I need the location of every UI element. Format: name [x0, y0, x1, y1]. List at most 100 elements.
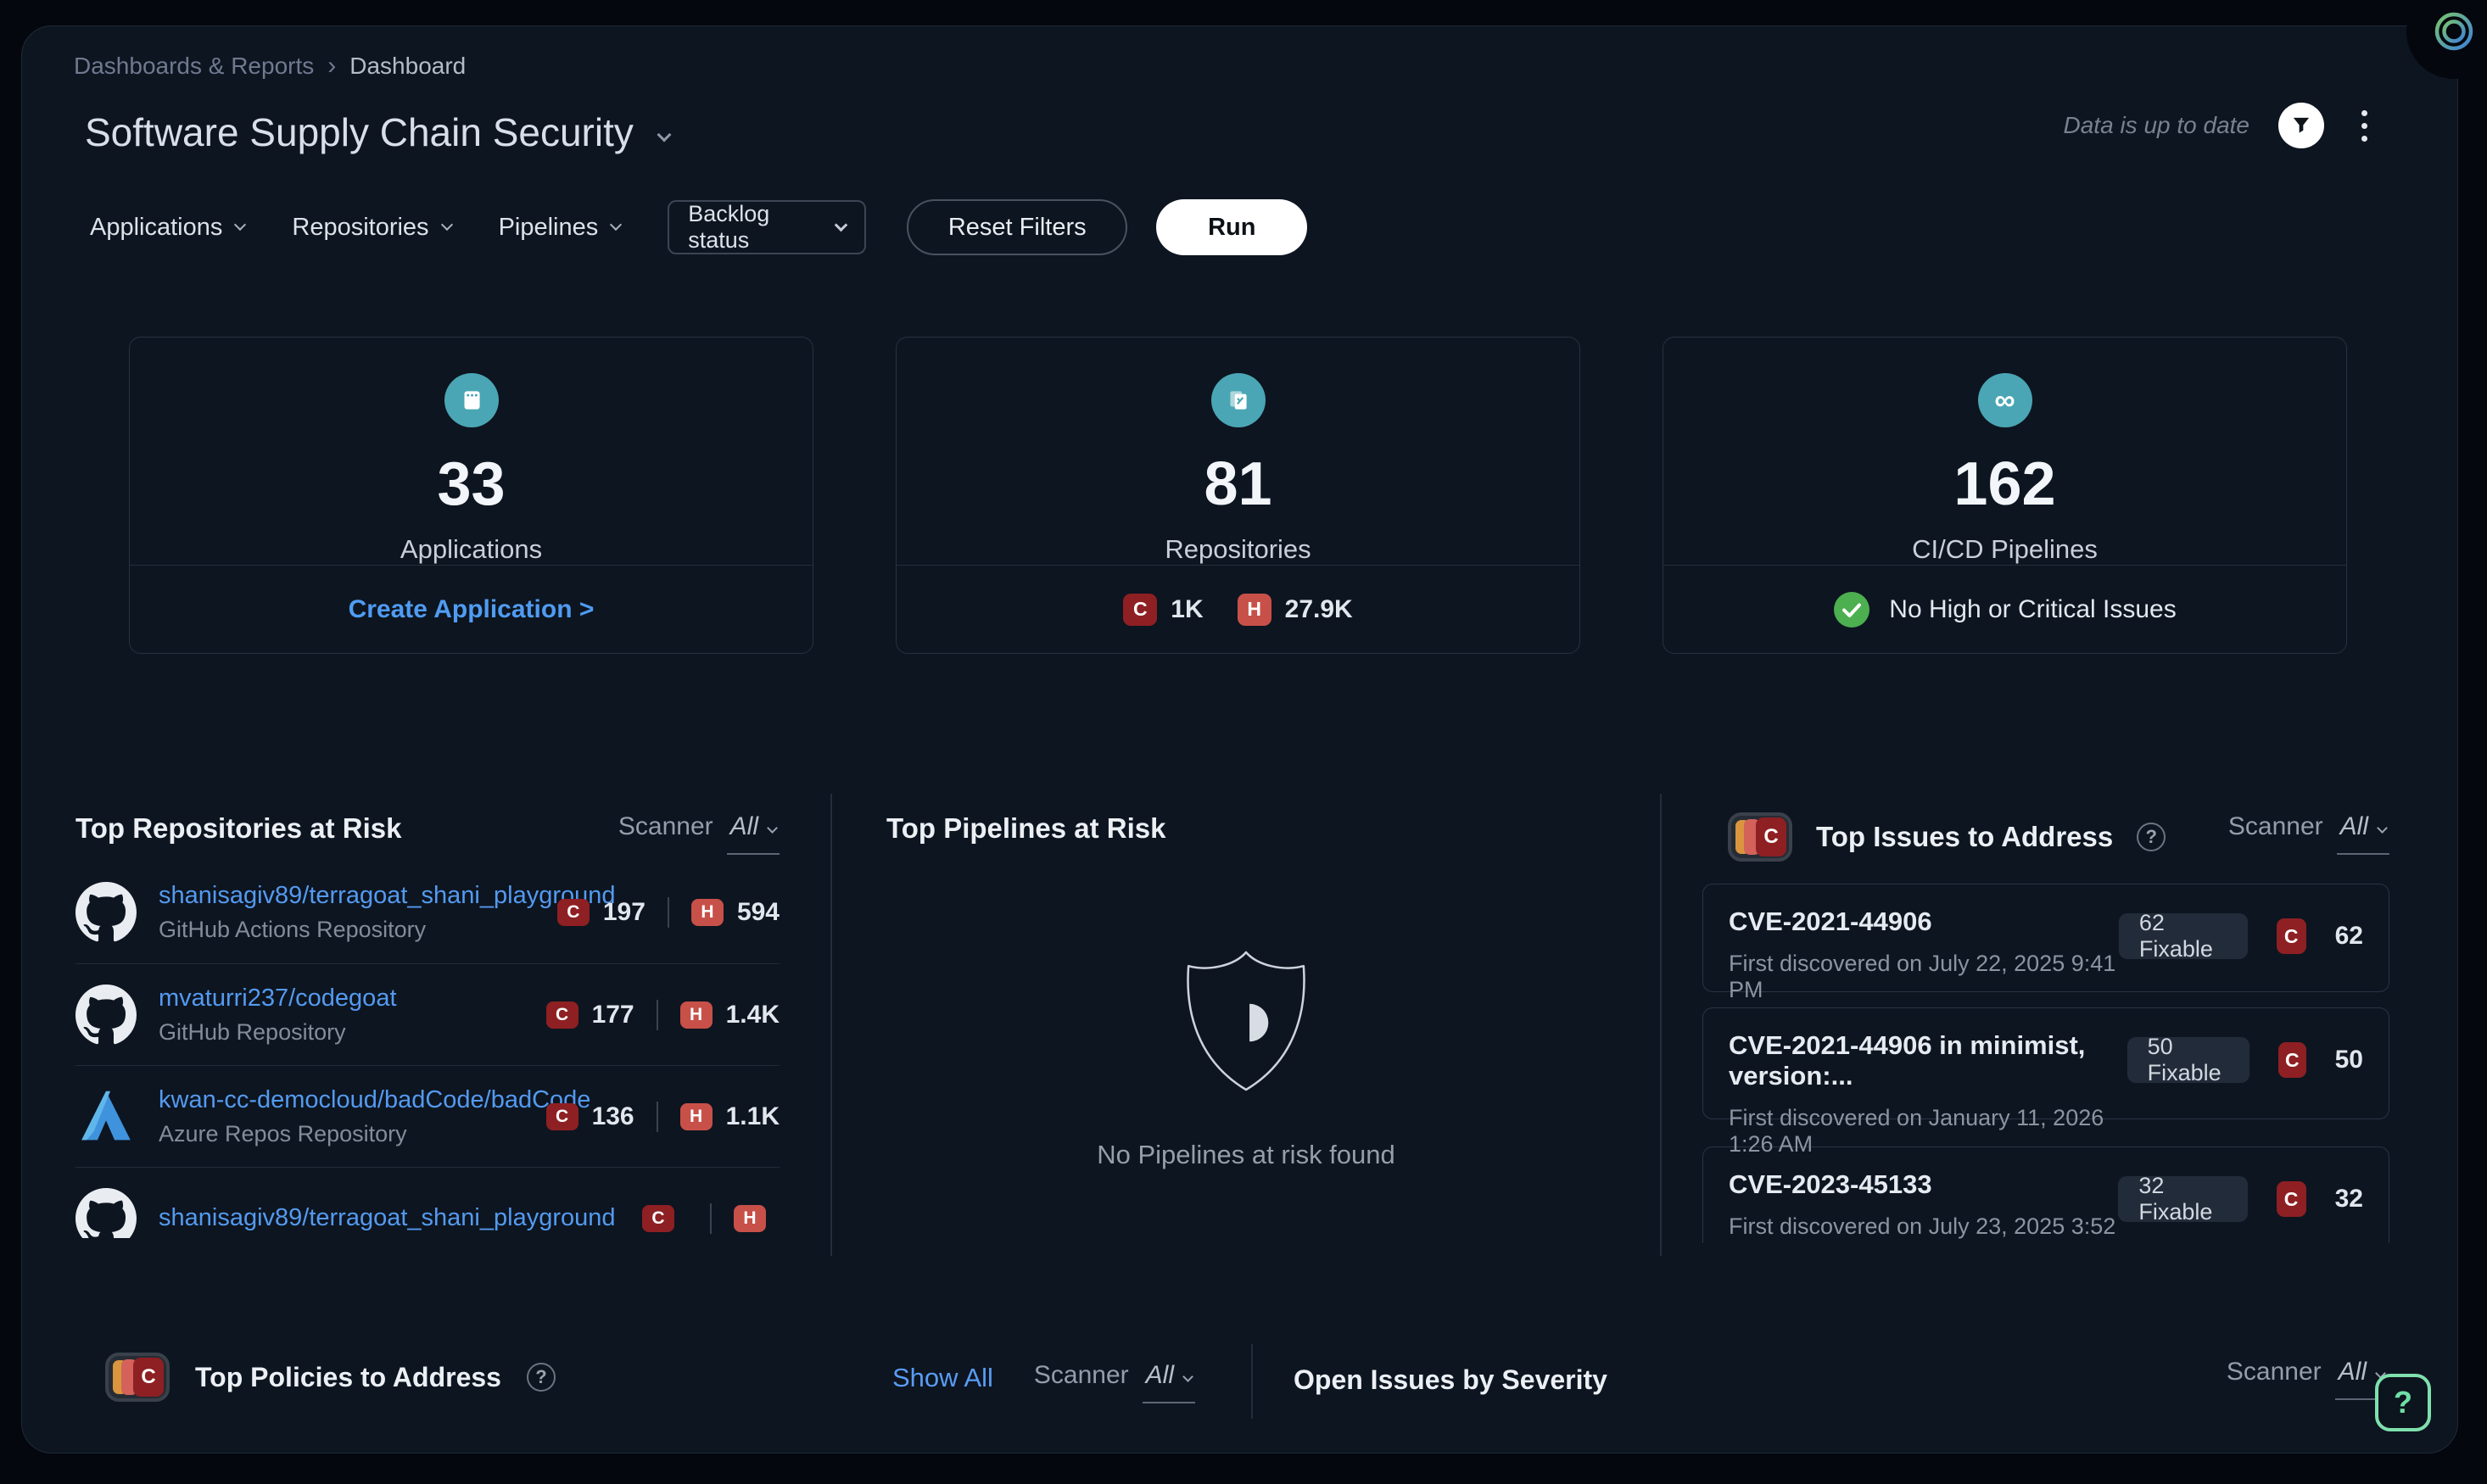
top-repositories-widget: Top Repositories at Risk Scanner All sha…: [22, 794, 832, 1256]
breadcrumb-dashboards-reports[interactable]: Dashboards & Reports: [74, 53, 314, 80]
cve-critical-count: 62: [2335, 922, 2363, 951]
table-row: shanisagiv89/terragoat_shani_playground …: [75, 1167, 780, 1238]
chevron-down-icon: [835, 218, 848, 232]
pipelines-status-text: No High or Critical Issues: [1889, 595, 2176, 624]
cve-id: CVE-2021-44906: [1729, 907, 2119, 937]
high-severity-badge: H: [680, 1001, 713, 1029]
create-application-link[interactable]: Create Application >: [349, 595, 595, 624]
brand-logo-icon: [2434, 11, 2474, 52]
repositories-critical-count: 1K: [1171, 595, 1203, 624]
run-button[interactable]: Run: [1156, 199, 1307, 255]
backlog-status-select[interactable]: Backlog status: [668, 200, 866, 254]
reset-filters-button[interactable]: Reset Filters: [907, 199, 1127, 255]
high-severity-badge: H: [680, 1103, 713, 1130]
applications-filter-label: Applications: [90, 214, 222, 242]
top-policies-title: Top Policies to Address: [195, 1362, 501, 1393]
repo-link[interactable]: kwan-cc-democloud/badCode/badCode: [159, 1086, 524, 1114]
help-button[interactable]: ?: [2375, 1374, 2431, 1431]
critical-severity-badge: C: [2277, 918, 2306, 954]
repo-high-count: 1.4K: [726, 1001, 780, 1029]
top-pipelines-widget: Top Pipelines at Risk No Pipelines at ri…: [832, 794, 1662, 1256]
top-policies-widget-header: C Top Policies to Address ?: [105, 1353, 556, 1402]
help-tooltip-icon[interactable]: ?: [527, 1363, 556, 1392]
high-severity-badge: H: [1238, 594, 1271, 626]
divider: [668, 897, 669, 928]
critical-letter: C: [1756, 817, 1786, 856]
cve-discovered-date: First discovered on July 23, 2025 3:52 A…: [1729, 1213, 2118, 1243]
chevron-down-icon: [610, 219, 622, 231]
application-icon: [444, 373, 499, 427]
cve-card[interactable]: CVE-2021-44906 First discovered on July …: [1702, 884, 2389, 992]
repo-link[interactable]: shanisagiv89/terragoat_shani_playground: [159, 1204, 620, 1232]
policies-scanner-select[interactable]: Scanner All: [1034, 1361, 1195, 1403]
bottom-widgets-row: C Top Policies to Address ? Show All Sca…: [22, 1256, 2457, 1454]
help-tooltip-icon[interactable]: ?: [2137, 823, 2166, 851]
repositories-count: 81: [1204, 449, 1271, 519]
chevron-down-icon: [234, 219, 246, 231]
dashboard-title-dropdown[interactable]: Software Supply Chain Security: [85, 109, 669, 155]
high-severity-badge: H: [691, 899, 724, 926]
pipelines-count: 162: [1953, 449, 2055, 519]
github-icon: [75, 985, 137, 1046]
critical-severity-badge: C: [2277, 1181, 2306, 1217]
critical-letter: C: [133, 1358, 164, 1397]
breadcrumb-separator-icon: ›: [327, 52, 336, 81]
cve-card[interactable]: CVE-2023-45133 First discovered on July …: [1702, 1146, 2389, 1243]
repo-critical-count: 197: [603, 898, 646, 927]
pipelines-stat-card: ∞ 162 CI/CD Pipelines No High or Critica…: [1663, 337, 2347, 654]
severity-stack-icon: C: [105, 1353, 170, 1402]
critical-severity-badge: C: [2278, 1042, 2306, 1078]
page-title: Software Supply Chain Security: [85, 109, 634, 155]
backlog-status-label: Backlog status: [688, 201, 836, 254]
critical-severity-badge: C: [557, 899, 590, 926]
pipelines-empty-text: No Pipelines at risk found: [1097, 1140, 1395, 1170]
repo-type: GitHub Actions Repository: [159, 917, 535, 943]
repositories-label: Repositories: [1165, 534, 1311, 565]
repository-icon: [1211, 373, 1266, 427]
issues-scanner-select[interactable]: Scanner All: [2228, 812, 2389, 855]
github-icon: [75, 882, 137, 943]
divider: [710, 1203, 712, 1234]
table-row: mvaturri237/codegoat GitHub Repository C…: [75, 963, 780, 1065]
chevron-down-icon: [2377, 823, 2388, 834]
cve-critical-count: 50: [2335, 1046, 2363, 1074]
repositories-high-count: 27.9K: [1285, 595, 1353, 624]
repo-link[interactable]: shanisagiv89/terragoat_shani_playground: [159, 882, 535, 910]
funnel-icon: [2290, 114, 2312, 137]
divider: [657, 1000, 658, 1030]
dashboard-panel: Dashboards & Reports › Dashboard Softwar…: [21, 25, 2458, 1453]
filter-button[interactable]: [2278, 103, 2324, 148]
divider: [657, 1102, 658, 1132]
applications-stat-card: 33 Applications Create Application >: [129, 337, 813, 654]
show-all-link[interactable]: Show All: [892, 1363, 993, 1393]
scanner-label: Scanner: [618, 812, 713, 841]
infinity-glyph: ∞: [1994, 386, 2015, 415]
table-row: shanisagiv89/terragoat_shani_playground …: [75, 862, 780, 963]
scanner-value: All: [1146, 1361, 1174, 1390]
severity-scanner-select[interactable]: Scanner All: [2227, 1358, 2388, 1400]
kebab-menu-button[interactable]: [2353, 105, 2376, 147]
top-issues-widget: C Top Issues to Address ? Scanner All: [1662, 794, 2457, 1256]
fixable-badge: 32 Fixable: [2118, 1176, 2247, 1222]
repo-high-count: 1.1K: [726, 1102, 780, 1131]
open-issues-severity-title: Open Issues by Severity: [1294, 1364, 1607, 1396]
cve-card[interactable]: CVE-2021-44906 in minimist, version:... …: [1702, 1007, 2389, 1119]
repositories-filter-dropdown[interactable]: Repositories: [292, 214, 450, 242]
high-severity-badge: H: [734, 1205, 766, 1232]
critical-severity-badge: C: [642, 1205, 674, 1232]
repositories-scanner-select[interactable]: Scanner All: [618, 812, 780, 855]
pipelines-filter-label: Pipelines: [499, 214, 599, 242]
repo-type: Azure Repos Repository: [159, 1121, 524, 1147]
cve-discovered-date: First discovered on January 11, 2026 1:2…: [1729, 1105, 2127, 1158]
repo-link[interactable]: mvaturri237/codegoat: [159, 985, 524, 1013]
cve-id: CVE-2023-45133: [1729, 1169, 2118, 1200]
pipelines-filter-dropdown[interactable]: Pipelines: [499, 214, 621, 242]
critical-severity-badge: C: [1123, 594, 1157, 626]
chevron-down-icon: [657, 128, 671, 142]
scanner-value: All: [2339, 1358, 2367, 1386]
critical-severity-badge: C: [546, 1001, 578, 1029]
breadcrumb: Dashboards & Reports › Dashboard: [74, 52, 466, 81]
applications-filter-dropdown[interactable]: Applications: [90, 214, 244, 242]
severity-stack-icon: C: [1728, 812, 1792, 862]
header-actions: Data is up to date: [2064, 103, 2376, 148]
